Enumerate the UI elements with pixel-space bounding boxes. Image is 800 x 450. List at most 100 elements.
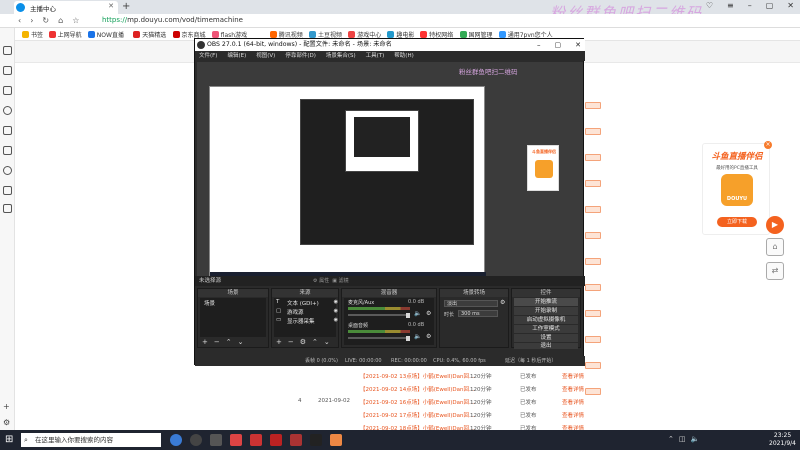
close-window-icon[interactable]: ✕ — [787, 1, 794, 10]
visibility-icon[interactable]: ◉ — [334, 308, 338, 316]
source-down-icon[interactable]: ⌄ — [324, 338, 330, 346]
action-chip[interactable] — [585, 284, 601, 291]
menu-icon[interactable]: ≡ — [727, 1, 734, 10]
remove-scene-icon[interactable]: − — [214, 338, 220, 346]
skin-icon[interactable]: ♡ — [706, 1, 713, 10]
bookmark-item[interactable]: 书签 — [22, 30, 43, 39]
forward-icon[interactable]: › — [30, 16, 33, 25]
mixer-settings-icon[interactable]: ⚙ — [426, 333, 431, 340]
action-chip[interactable] — [585, 206, 601, 213]
sidebar-chat-icon[interactable] — [3, 166, 12, 175]
scene-item[interactable]: 场景 — [204, 299, 215, 307]
back-icon[interactable]: ‹ — [18, 16, 21, 25]
new-tab-icon[interactable]: + — [122, 1, 130, 12]
replay-link[interactable]: 【2021-09-02 13点场】小鹤(Ewell)Dan回... — [360, 372, 474, 380]
browser-tab[interactable]: 主播中心 ✕ — [14, 1, 118, 14]
start-recording-button[interactable]: 开始录制 — [514, 307, 578, 315]
volume-slider[interactable] — [348, 312, 410, 318]
settings-button[interactable]: 设置 — [514, 334, 578, 342]
replay-link[interactable]: 【2021-09-02 16点场】小鹤(Ewell)Dan回... — [360, 398, 474, 406]
volume-slider[interactable] — [348, 335, 410, 341]
properties-button[interactable]: ⚙ 属性 — [313, 278, 329, 284]
bookmark-item[interactable]: NOW直播 — [87, 30, 124, 39]
minimize-icon[interactable]: – — [748, 1, 752, 10]
volume-knob[interactable] — [406, 312, 410, 318]
obs-maximize-icon[interactable]: ▢ — [555, 39, 562, 51]
sidebar-mail-icon[interactable] — [3, 146, 12, 155]
obs-menu-item[interactable]: 编辑(E) — [227, 51, 246, 61]
sidebar-search-icon[interactable] — [3, 106, 12, 115]
action-chip[interactable] — [585, 154, 601, 161]
sidebar-notes-icon[interactable] — [3, 126, 12, 135]
add-source-icon[interactable]: + — [276, 338, 282, 346]
app-taskbar-icon[interactable] — [310, 434, 322, 446]
obs-close-icon[interactable]: ✕ — [575, 39, 581, 51]
maximize-icon[interactable]: ▢ — [766, 1, 774, 10]
sidebar-app-icon[interactable] — [3, 204, 12, 213]
mixer-settings-icon[interactable]: ⚙ — [426, 310, 431, 317]
virtual-camera-button[interactable]: 启动虚拟摄像机 — [514, 316, 578, 324]
replay-link[interactable]: 【2021-09-02 17点场】小鹤(Ewell)Dan回... — [360, 411, 474, 419]
obs-minimize-icon[interactable]: – — [537, 39, 541, 51]
exit-button[interactable]: 退出 — [514, 343, 578, 349]
action-chip[interactable] — [585, 258, 601, 265]
sidebar-add-icon[interactable]: + — [3, 402, 10, 411]
app-taskbar-icon[interactable] — [250, 434, 262, 446]
obs-menu-item[interactable]: 帮助(H) — [394, 51, 413, 61]
source-item-game[interactable]: ▢ 游戏源 ◉ — [276, 308, 338, 316]
studio-mode-button[interactable]: 工作室模式 — [514, 325, 578, 333]
bookmark-item[interactable]: 天猫精选 — [133, 30, 166, 39]
bookmark-item[interactable]: 上网导航 — [48, 30, 82, 39]
app-taskbar-icon[interactable] — [210, 434, 222, 446]
action-chip[interactable] — [585, 180, 601, 187]
refresh-icon[interactable]: ↻ — [42, 16, 49, 25]
action-chip[interactable] — [585, 232, 601, 239]
speaker-icon[interactable]: 🔈 — [414, 310, 421, 317]
home-icon[interactable]: ⌂ — [58, 16, 63, 25]
clock[interactable]: 23:25 2021/9/4 — [769, 432, 796, 448]
sidebar-download-icon[interactable] — [3, 66, 12, 75]
details-link[interactable]: 查看详情 — [562, 372, 584, 380]
sidebar-settings-icon[interactable]: ⚙ — [3, 418, 10, 427]
app-taskbar-icon[interactable] — [270, 434, 282, 446]
tab-close-icon[interactable]: ✕ — [108, 2, 114, 10]
source-item-display[interactable]: ▭ 显示器采集 ◉ — [276, 317, 338, 325]
app-taskbar-icon[interactable] — [290, 434, 302, 446]
obs-menu-item[interactable]: 文件(F) — [199, 51, 217, 61]
action-chip[interactable] — [585, 310, 601, 317]
douyu-ad[interactable]: 斗鱼直播伴侣 最好用的PC直播工具 DOUYU 立即下载 — [702, 143, 770, 235]
obs-taskbar-icon[interactable] — [190, 434, 202, 446]
sidebar-book-icon[interactable] — [3, 86, 12, 95]
filters-button[interactable]: ▣ 滤镜 — [332, 278, 348, 284]
sidebar-star-icon[interactable] — [3, 46, 12, 55]
windows-start-icon[interactable]: ⊞ — [5, 435, 13, 445]
details-link[interactable]: 查看详情 — [562, 385, 584, 393]
share-float-icon[interactable]: ⇄ — [766, 262, 784, 280]
add-scene-icon[interactable]: + — [202, 338, 208, 346]
tray-up-icon[interactable]: ⌃ — [668, 435, 674, 443]
visibility-icon[interactable]: ◉ — [334, 299, 338, 307]
transition-settings-icon[interactable]: ⚙ — [500, 299, 505, 306]
ad-close-icon[interactable]: × — [764, 141, 772, 149]
download-button[interactable]: 立即下载 — [717, 217, 757, 227]
action-chip[interactable] — [585, 336, 601, 343]
obs-menu-item[interactable]: 工具(T) — [366, 51, 385, 61]
sidebar-cart-icon[interactable] — [3, 186, 12, 195]
visibility-icon[interactable]: ◉ — [334, 317, 338, 325]
play-icon[interactable]: ▶ — [766, 216, 784, 234]
volume-icon[interactable]: 🔈 — [691, 435, 700, 443]
duration-input[interactable]: 300 ms — [458, 310, 498, 317]
network-icon[interactable]: ◫ — [679, 435, 686, 443]
action-chip[interactable] — [585, 102, 601, 109]
action-chip[interactable] — [585, 128, 601, 135]
edge-icon[interactable] — [170, 434, 182, 446]
url-input[interactable]: https://mp.douyu.com/vod/timemachine — [102, 16, 243, 24]
app-taskbar-icon[interactable] — [230, 434, 242, 446]
volume-knob[interactable] — [406, 335, 410, 341]
source-item-text[interactable]: T 文本 (GDI+) ◉ — [276, 299, 338, 307]
speaker-icon[interactable]: 🔈 — [414, 333, 421, 340]
source-up-icon[interactable]: ⌃ — [312, 338, 318, 346]
obs-preview[interactable]: 斗鱼直播伴侣 粉丝群鱼吧扫二维码 — [197, 62, 583, 282]
scene-up-icon[interactable]: ⌃ — [226, 338, 232, 346]
app-taskbar-icon[interactable] — [330, 434, 342, 446]
